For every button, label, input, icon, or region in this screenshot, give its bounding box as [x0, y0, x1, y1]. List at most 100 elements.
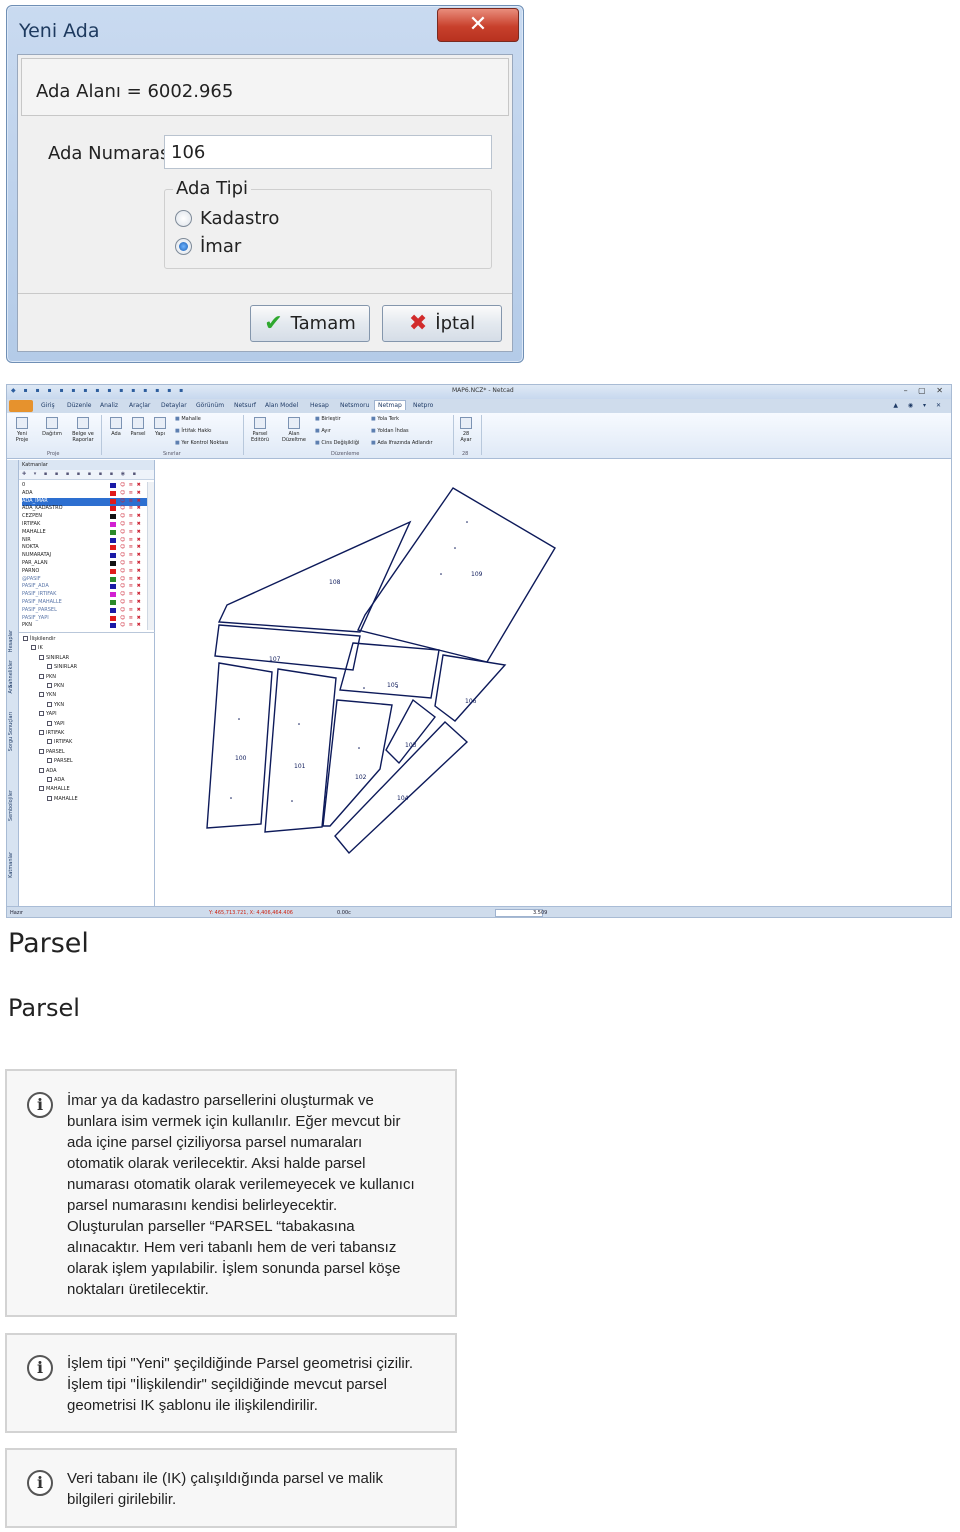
cancel-button[interactable]: ✖ İptal	[382, 305, 502, 342]
ada-button[interactable]: Ada	[107, 417, 125, 437]
tree-node-checkbox[interactable]	[47, 720, 52, 726]
layer-row[interactable]: PARNO ☺ ≡ ✖	[22, 568, 148, 576]
tree-node[interactable]: PARSEL	[47, 758, 73, 766]
quick-access-icons[interactable]: ◆ ▪ ▪ ▪ ▪ ▪ ▪ ▪ ▪ ▪ ▪ ▪ ▪ ▪ ▪	[11, 387, 186, 394]
mahalle-button[interactable]: Mahalle	[175, 416, 200, 422]
tree-node[interactable]: MAHALLE	[47, 795, 78, 804]
layer-state-icons[interactable]: ☺ ≡ ✖	[120, 513, 142, 519]
yapi-button[interactable]: Yapı	[151, 417, 169, 437]
tab-netsurf[interactable]: Netsurf	[234, 402, 256, 409]
tree-node-checkbox[interactable]	[39, 692, 44, 698]
layers-toolbar[interactable]: ✚ ▾ ▪ ▪ ▪ ▪ ▪ ▪ ▪ ◉ ▪	[19, 470, 154, 480]
ok-button[interactable]: ✔ Tamam	[250, 305, 370, 342]
tree-node-checkbox[interactable]	[31, 645, 36, 651]
close-icon[interactable]: ✕	[437, 8, 519, 42]
tree-node-checkbox[interactable]	[39, 748, 44, 754]
distribution-button[interactable]: Dağıtım	[39, 417, 65, 437]
layer-row[interactable]: PKN ☺ ≡ ✖	[22, 622, 148, 630]
tab-ara[interactable]: Ara	[8, 685, 14, 694]
merge-button[interactable]: Birleştir	[315, 416, 340, 422]
control-point-button[interactable]: Yer Kontrol Noktası	[175, 440, 228, 446]
tab-detaylar[interactable]: Detaylar	[161, 402, 187, 409]
radio-kadastro[interactable]: Kadastro	[175, 208, 279, 229]
radio-imar-circle[interactable]	[175, 238, 192, 255]
road-addition-button[interactable]: Yoldan İhdas	[371, 428, 408, 434]
layer-color-swatch[interactable]	[110, 498, 116, 504]
layer-state-icons[interactable]: ☺ ≡ ✖	[120, 607, 142, 613]
layer-row[interactable]: NUMARATAJ ☺ ≡ ✖	[22, 552, 148, 560]
tree-node[interactable]: PARSEL	[39, 748, 65, 757]
layer-row[interactable]: MAHALLE ☺ ≡ ✖	[22, 529, 148, 537]
radio-imar[interactable]: İmar	[175, 236, 241, 257]
tree-node[interactable]: İlişkilendir	[23, 636, 55, 644]
tree-node-checkbox[interactable]	[47, 683, 52, 688]
tab-giris[interactable]: Giriş	[41, 402, 55, 409]
tree-node-checkbox[interactable]	[39, 767, 44, 773]
tree-node-checkbox[interactable]	[47, 701, 52, 707]
tree-node-checkbox[interactable]	[47, 795, 52, 801]
layer-color-swatch[interactable]	[110, 561, 116, 566]
date-settings-button[interactable]: 28 Ayar	[457, 417, 475, 443]
layer-row[interactable]: PASIF_MAHALLE ☺ ≡ ✖	[22, 599, 148, 607]
layer-state-icons[interactable]: ☺ ≡ ✖	[120, 599, 142, 605]
layer-row[interactable]: PASIF_PARSEL ☺ ≡ ✖	[22, 607, 148, 615]
layer-row[interactable]: PASIF_IRTIFAK ☺ ≡ ✖	[22, 591, 148, 599]
tab-katmanlar[interactable]: Katmanlar	[8, 852, 14, 878]
layer-color-swatch[interactable]	[110, 584, 116, 590]
tab-sembolojiler[interactable]: Sembolojiler	[8, 790, 14, 821]
tree-node[interactable]: IRTIFAK	[39, 730, 64, 738]
new-project-button[interactable]: Yeni Proje	[11, 417, 33, 443]
layer-color-swatch[interactable]	[110, 483, 116, 488]
layer-color-swatch[interactable]	[110, 600, 116, 605]
layer-state-icons[interactable]: ☺ ≡ ✖	[120, 622, 142, 628]
tree-node[interactable]: YAPI	[47, 720, 65, 729]
layer-state-icons[interactable]: ☺ ≡ ✖	[120, 615, 142, 621]
parsel-button[interactable]: Parsel	[127, 417, 149, 437]
layer-state-icons[interactable]: ☺ ≡ ✖	[120, 521, 142, 527]
layer-color-swatch[interactable]	[110, 537, 116, 543]
layer-state-icons[interactable]: ☺ ≡ ✖	[120, 505, 142, 511]
layer-color-swatch[interactable]	[110, 545, 116, 551]
block-number-input[interactable]	[164, 135, 492, 169]
tree-node-checkbox[interactable]	[39, 654, 44, 660]
type-change-button[interactable]: Cins Değişikliği	[315, 440, 359, 446]
help-icons[interactable]: ▲ ◉ ▾ ✕	[893, 402, 945, 409]
layer-state-icons[interactable]: ☺ ≡ ✖	[120, 544, 142, 550]
layer-color-swatch[interactable]	[110, 623, 116, 629]
parcel-editor-button[interactable]: Parsel Editörü	[247, 417, 273, 443]
tree-node-checkbox[interactable]	[23, 636, 28, 641]
documents-reports-button[interactable]: Belge ve Raporlar	[69, 417, 97, 443]
tree-node[interactable]: YKN	[47, 701, 64, 710]
layer-state-icons[interactable]: ☺ ≡ ✖	[120, 537, 142, 543]
tree-node-checkbox[interactable]	[39, 673, 44, 679]
tree-node-checkbox[interactable]	[47, 758, 52, 764]
tree-node[interactable]: IRTIFAK	[47, 739, 72, 747]
tree-node[interactable]: PKN	[39, 673, 56, 682]
tab-analiz[interactable]: Analiz	[100, 402, 118, 409]
tab-duzenle[interactable]: Düzenle	[67, 402, 91, 409]
layer-row[interactable]: IRTIFAK ☺ ≡ ✖	[22, 521, 148, 529]
layer-state-icons[interactable]: ☺ ≡ ✖	[120, 498, 142, 504]
tab-hesap[interactable]: Hesap	[310, 402, 329, 409]
map-canvas[interactable]: 108 109 107 105 106 103 104 102 101 100	[155, 460, 951, 906]
window-controls[interactable]: – ▢ ✕	[904, 386, 947, 395]
tree-node-checkbox[interactable]	[39, 711, 44, 717]
tab-sorgu-sonuclari[interactable]: Sorgu Sonuçları	[8, 712, 14, 751]
tree-node[interactable]: SINIRLAR	[47, 664, 77, 672]
tree-node-checkbox[interactable]	[39, 786, 44, 792]
tree-node-checkbox[interactable]	[47, 664, 52, 670]
layer-color-swatch[interactable]	[110, 576, 116, 582]
layer-color-swatch[interactable]	[110, 522, 116, 527]
layer-color-swatch[interactable]	[110, 514, 116, 520]
layer-state-icons[interactable]: ☺ ≡ ✖	[120, 576, 142, 582]
road-abandon-button[interactable]: Yola Terk	[371, 416, 399, 422]
layer-row[interactable]: 0 ☺ ≡ ✖	[22, 482, 148, 490]
layer-color-swatch[interactable]	[110, 592, 116, 598]
layer-color-swatch[interactable]	[110, 568, 116, 574]
tree-node-checkbox[interactable]	[47, 777, 52, 782]
layer-list-scrollbar[interactable]	[147, 482, 154, 630]
layer-color-swatch[interactable]	[110, 529, 116, 535]
file-menu-button[interactable]	[9, 400, 33, 412]
tab-netmap[interactable]: Netmap	[374, 400, 406, 410]
tab-alan-model[interactable]: Alan Model	[265, 402, 298, 409]
